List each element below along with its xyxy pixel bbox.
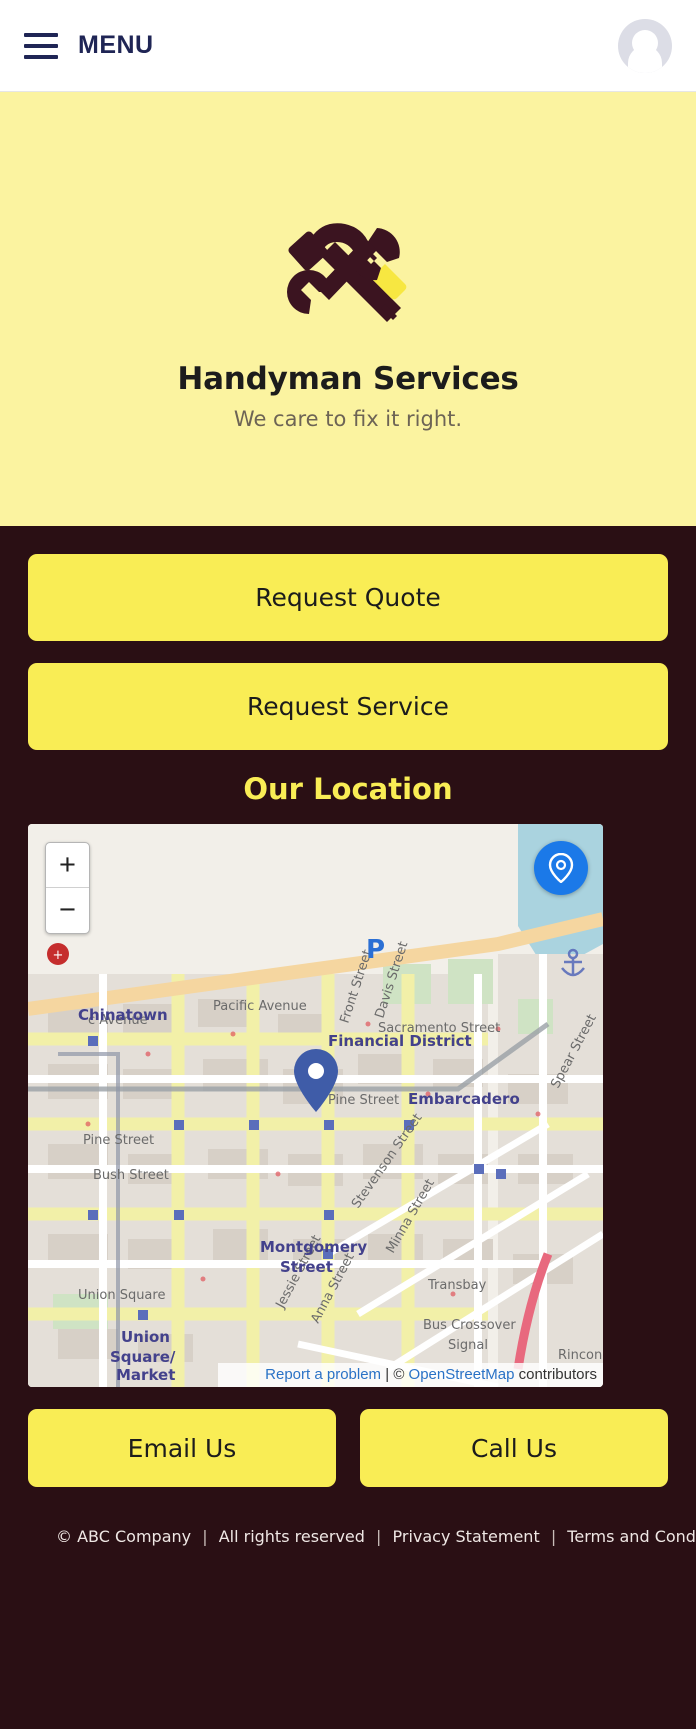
svg-text:Pacific Avenue: Pacific Avenue — [213, 999, 307, 1014]
zoom-in-button[interactable]: + — [46, 843, 89, 888]
footer-rights[interactable]: All rights reserved — [219, 1527, 365, 1546]
page-subtitle: We care to fix it right. — [233, 406, 463, 431]
hamburger-bar — [24, 43, 58, 48]
map-pin-locate-icon — [548, 853, 574, 883]
svg-text:Market: Market — [116, 1366, 175, 1384]
svg-text:Bush Street: Bush Street — [93, 1168, 169, 1183]
site-footer: © ABC Company | All rights reserved | Pr… — [28, 1527, 696, 1572]
svg-text:Pine Street: Pine Street — [328, 1093, 399, 1108]
map-tiles: Pacific Avenue c Avenue Davis Street Fro… — [28, 824, 603, 1387]
svg-text:Chinatown: Chinatown — [78, 1006, 168, 1024]
contact-buttons-row: Email Us Call Us — [28, 1409, 668, 1487]
svg-text:Union Square: Union Square — [78, 1288, 165, 1303]
main-content: Request Quote Request Service Our Locati… — [0, 526, 696, 1572]
footer-separator: | — [202, 1527, 208, 1546]
location-map[interactable]: Pacific Avenue c Avenue Davis Street Fro… — [28, 824, 603, 1387]
svg-text:Financial District: Financial District — [328, 1032, 472, 1050]
request-quote-button[interactable]: Request Quote — [28, 554, 668, 641]
site-header: MENU — [0, 0, 696, 92]
svg-text:Square/: Square/ — [110, 1348, 176, 1366]
footer-copyright: © ABC Company — [56, 1527, 192, 1546]
svg-text:Bus Crossover: Bus Crossover — [423, 1318, 516, 1333]
hamburger-bar — [24, 32, 58, 37]
avatar-body-icon — [628, 45, 662, 73]
zoom-out-button[interactable]: − — [46, 888, 89, 933]
our-location-heading: Our Location — [243, 772, 453, 806]
locate-me-button[interactable] — [534, 841, 588, 895]
openstreetmap-link[interactable]: OpenStreetMap — [409, 1366, 515, 1383]
svg-text:Embarcadero: Embarcadero — [408, 1090, 520, 1108]
copyright-symbol: © — [393, 1366, 405, 1383]
svg-text:+: + — [53, 948, 64, 963]
red-poi-marker: + — [47, 943, 69, 965]
svg-text:Street: Street — [280, 1258, 333, 1276]
menu-button[interactable]: MENU — [24, 31, 154, 60]
footer-separator: | — [376, 1527, 382, 1546]
svg-text:Pine Street: Pine Street — [83, 1133, 154, 1148]
email-us-button[interactable]: Email Us — [28, 1409, 336, 1487]
contributors-text: contributors — [518, 1366, 597, 1383]
parking-icon: P — [366, 935, 385, 965]
page-title: Handyman Services — [177, 360, 519, 397]
hammer-and-wrench-icon — [287, 222, 407, 322]
svg-text:Transbay: Transbay — [427, 1278, 487, 1293]
svg-text:Union: Union — [121, 1328, 170, 1346]
hamburger-icon[interactable] — [24, 32, 58, 59]
map-zoom-control[interactable]: + − — [45, 842, 90, 934]
hero-section: Handyman Services We care to fix it righ… — [0, 92, 696, 526]
footer-separator: | — [550, 1527, 557, 1546]
request-service-button[interactable]: Request Service — [28, 663, 668, 750]
attribution-separator: | — [385, 1366, 390, 1383]
svg-text:Signal: Signal — [448, 1338, 488, 1353]
avatar[interactable] — [618, 18, 672, 73]
svg-text:Rincon: Rincon — [558, 1348, 602, 1363]
hamburger-bar — [24, 54, 58, 59]
map-attribution: Report a problem | © OpenStreetMap contr… — [218, 1363, 603, 1387]
call-us-button[interactable]: Call Us — [360, 1409, 668, 1487]
menu-label: MENU — [78, 31, 154, 59]
svg-text:Montgomery: Montgomery — [260, 1238, 367, 1256]
footer-privacy-link[interactable]: Privacy Statement — [393, 1527, 540, 1546]
footer-terms-link[interactable]: Terms and Conditions — [567, 1527, 696, 1546]
report-problem-link[interactable]: Report a problem — [265, 1366, 381, 1383]
